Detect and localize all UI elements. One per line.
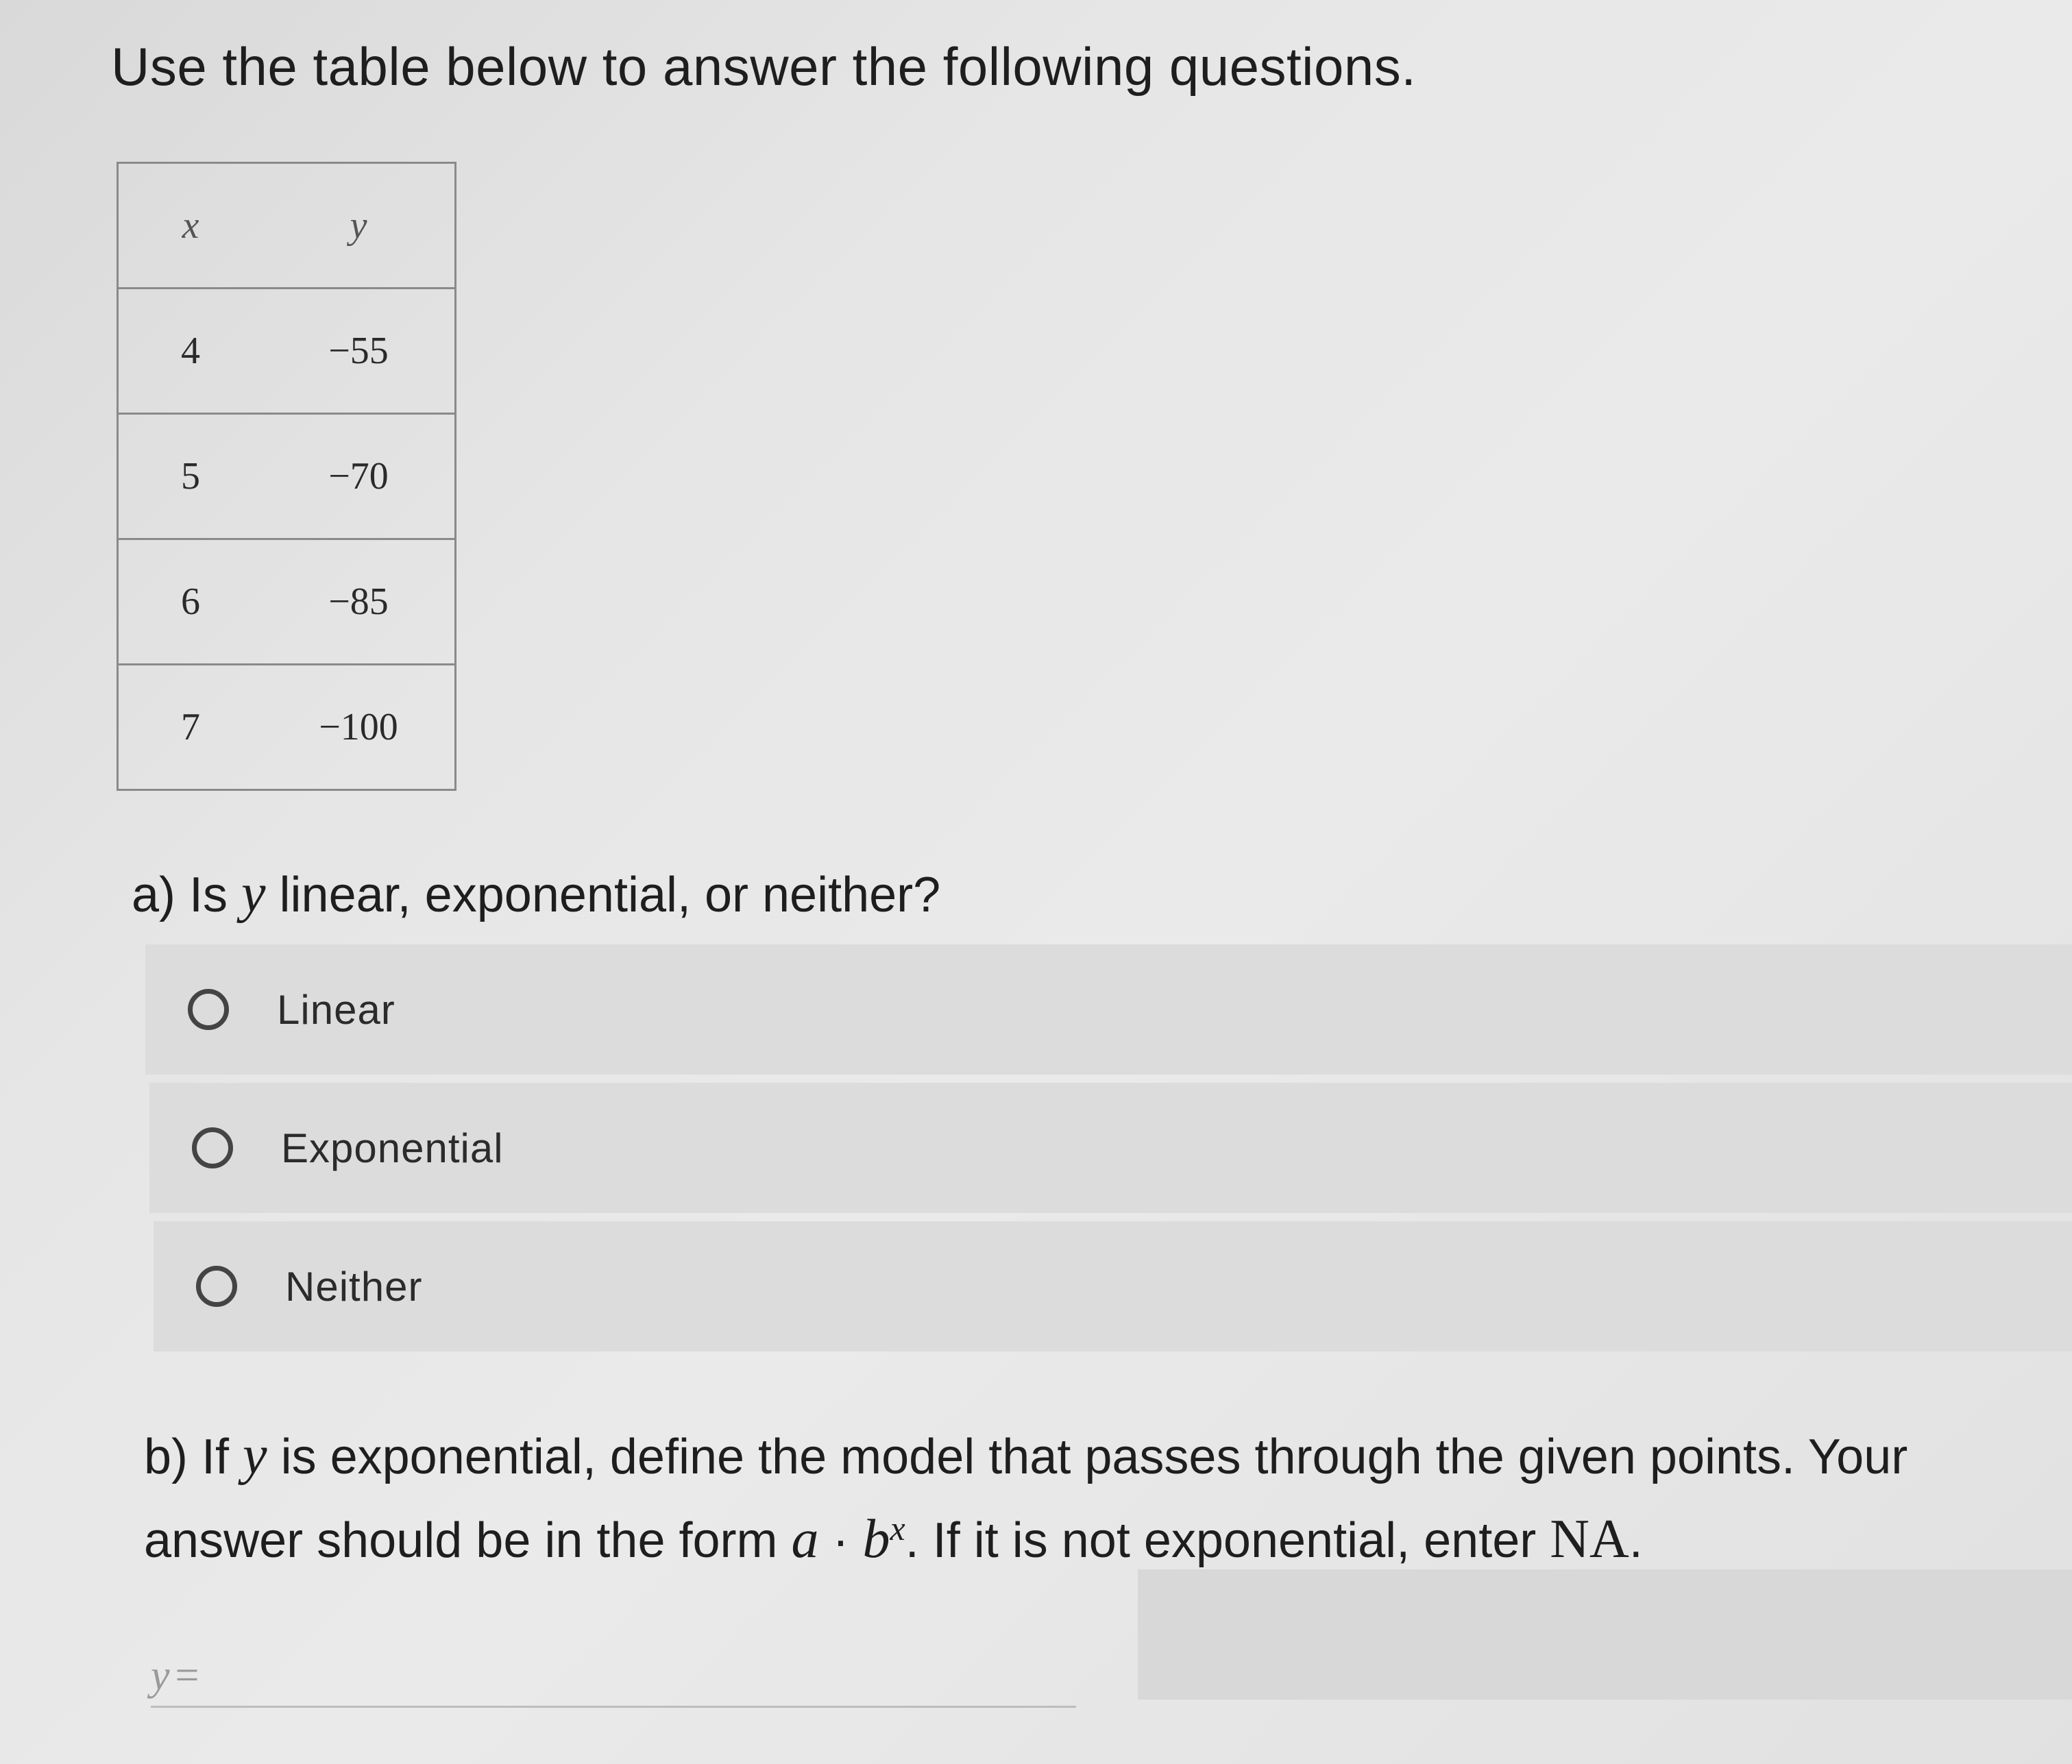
table-row: 7 −100	[117, 663, 456, 791]
data-table: x y 4 −55 5 −70 6 −85 7 −100	[117, 162, 456, 791]
table-cell-x: 4	[117, 287, 263, 415]
table-header-x: x	[117, 162, 263, 289]
table-cell-y: −55	[263, 287, 456, 415]
table-cell-y: −85	[263, 538, 456, 665]
table-cell-y: −100	[263, 663, 456, 791]
question-b-text: b) If y is exponential, define the model…	[144, 1420, 1995, 1576]
table-row: 4 −55	[117, 287, 456, 415]
question-b-part: . If it is not exponential, enter	[905, 1513, 1550, 1568]
table-cell-x: 5	[117, 413, 263, 540]
answer-options: Linear Exponential Neither	[145, 944, 2072, 1360]
table-row: 6 −85	[117, 538, 456, 665]
page-heading: Use the table below to answer the follow…	[111, 36, 1417, 97]
answer-prefix-equals: =	[175, 1652, 199, 1699]
side-panel	[1138, 1569, 2072, 1700]
answer-prefix-variable: y	[151, 1652, 170, 1699]
option-neither[interactable]: Neither	[154, 1221, 2072, 1351]
math-a: a	[791, 1509, 819, 1569]
math-exponent: x	[890, 1509, 905, 1547]
option-exponential[interactable]: Exponential	[149, 1083, 2072, 1213]
question-a-suffix: linear, exponential, or neither?	[265, 868, 941, 922]
table-header-y: y	[263, 162, 456, 289]
question-b-variable: y	[243, 1425, 267, 1486]
table-row: 5 −70	[117, 413, 456, 540]
table-cell-x: 7	[117, 663, 263, 791]
math-na: NA	[1550, 1509, 1629, 1569]
table-cell-x: 6	[117, 538, 263, 665]
table-header-row: x y	[117, 162, 456, 289]
option-label: Linear	[277, 986, 395, 1033]
answer-field[interactable]: y =	[151, 1639, 1076, 1708]
question-b-part: .	[1629, 1513, 1643, 1568]
question-b-part: b) If	[144, 1430, 243, 1484]
radio-button[interactable]	[196, 1266, 237, 1307]
option-label: Exponential	[281, 1125, 504, 1171]
math-dot: ·	[818, 1513, 863, 1568]
option-label: Neither	[285, 1263, 423, 1310]
radio-button[interactable]	[188, 989, 229, 1030]
question-a-prefix: a) Is	[132, 868, 242, 922]
option-linear[interactable]: Linear	[145, 944, 2072, 1075]
math-b: b	[862, 1509, 890, 1569]
answer-input[interactable]	[210, 1655, 1076, 1700]
table-cell-y: −70	[263, 413, 456, 540]
radio-button[interactable]	[192, 1127, 233, 1168]
question-a-text: a) Is y linear, exponential, or neither?	[132, 858, 940, 931]
question-a-variable: y	[241, 863, 266, 924]
